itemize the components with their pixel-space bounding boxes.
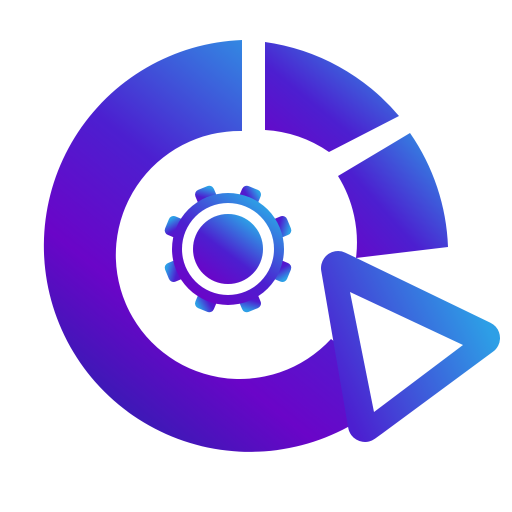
- pie-chart-segments: [265, 42, 448, 258]
- chart-segment-top: [265, 42, 399, 152]
- gear-icon: [164, 185, 292, 313]
- logo-graphic: [43, 40, 500, 452]
- cursor-arrow-icon: [321, 251, 500, 442]
- app-logo: [0, 0, 512, 512]
- chart-segment-right: [338, 133, 448, 258]
